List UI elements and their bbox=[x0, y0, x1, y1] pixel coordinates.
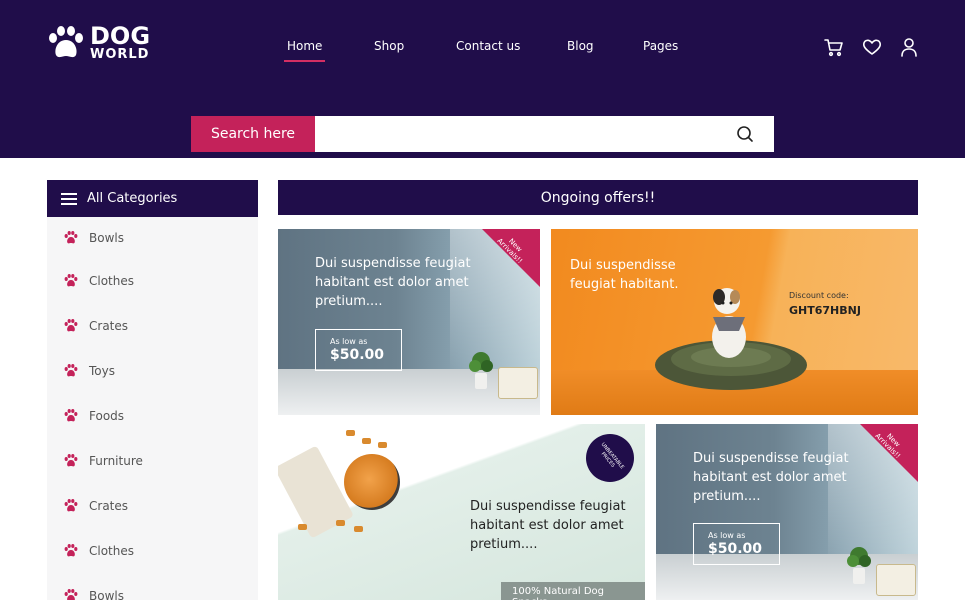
sidebar-item-label: Clothes bbox=[89, 273, 134, 288]
menu-icon bbox=[61, 192, 77, 205]
paw-icon bbox=[64, 544, 78, 557]
price-value: $50.00 bbox=[708, 541, 763, 557]
price-value: $50.00 bbox=[330, 347, 385, 363]
search-bar: Search here bbox=[191, 116, 774, 152]
paw-icon bbox=[64, 319, 78, 332]
paw-icon bbox=[64, 499, 78, 512]
unbeatable-prices-badge: UNBEATABLE PRICES bbox=[586, 434, 634, 482]
price-box: As low as $50.00 bbox=[693, 523, 780, 565]
offer-card-text: Dui suspendisse feugiat habitant est dol… bbox=[693, 451, 849, 504]
offer-card-text: Dui suspendisse feugiat habitant est dol… bbox=[470, 499, 626, 552]
main-nav: Home Shop Contact us Blog Pages bbox=[0, 39, 965, 62]
plant-image bbox=[844, 544, 874, 593]
sidebar-item-bowls[interactable]: Bowls bbox=[47, 217, 258, 258]
paw-icon bbox=[64, 274, 78, 287]
offer-card-1[interactable]: New Arrivals!! Dui suspendisse feugiat h… bbox=[278, 229, 540, 415]
paw-icon bbox=[64, 454, 78, 467]
price-label: As low as bbox=[330, 337, 368, 346]
sidebar-item-label: Clothes bbox=[89, 543, 134, 558]
nav-pages[interactable]: Pages bbox=[643, 39, 678, 53]
badge-label: UNBEATABLE PRICES bbox=[599, 441, 626, 471]
search-button[interactable]: Search here bbox=[191, 116, 315, 152]
price-box: As low as $50.00 bbox=[315, 329, 402, 371]
sidebar-item-foods[interactable]: Foods bbox=[47, 393, 258, 438]
paw-icon bbox=[64, 231, 78, 244]
sidebar-item-crates[interactable]: Crates bbox=[47, 303, 258, 348]
category-list: Bowls Clothes Crates Toys Foods Furniture Crat… bbox=[47, 217, 258, 600]
offer-card-4[interactable]: New Arrivals!! Dui suspendisse feugiat h… bbox=[656, 424, 918, 600]
cart-icon[interactable] bbox=[823, 36, 845, 58]
paw-icon bbox=[64, 589, 78, 600]
sidebar-item-clothes[interactable]: Clothes bbox=[47, 528, 258, 573]
nav-contact-us[interactable]: Contact us bbox=[456, 39, 520, 53]
sidebar-item-label: Crates bbox=[89, 318, 129, 333]
snack-bowl-image bbox=[344, 454, 400, 510]
sidebar-item-bowls[interactable]: Bowls bbox=[47, 573, 258, 600]
offer-card-text: Dui suspendisse feugiat habitant est dol… bbox=[315, 256, 471, 309]
nav-shop[interactable]: Shop bbox=[374, 39, 404, 53]
sidebar-item-label: Bowls bbox=[89, 588, 124, 600]
sidebar-item-crates[interactable]: Crates bbox=[47, 483, 258, 528]
search-input[interactable] bbox=[315, 116, 735, 152]
nav-home[interactable]: Home bbox=[283, 39, 326, 62]
discount-label: Discount code: bbox=[789, 291, 849, 300]
heart-icon[interactable] bbox=[861, 36, 883, 58]
dog-bed-image bbox=[651, 279, 811, 398]
discount-code: GHT67HBNJ bbox=[789, 304, 861, 317]
sidebar-item-label: Toys bbox=[89, 363, 115, 378]
paw-icon bbox=[64, 364, 78, 377]
cabinet-image bbox=[498, 367, 538, 399]
category-sidebar: All Categories Bowls Clothes Crates Toys Foo… bbox=[47, 180, 258, 600]
sidebar-item-furniture[interactable]: Furniture bbox=[47, 438, 258, 483]
price-label: As low as bbox=[708, 531, 746, 540]
sidebar-title: All Categories bbox=[87, 191, 178, 206]
sidebar-item-toys[interactable]: Toys bbox=[47, 348, 258, 393]
cabinet-image bbox=[876, 564, 916, 596]
sidebar-item-label: Crates bbox=[89, 498, 129, 513]
sidebar-item-label: Foods bbox=[89, 408, 125, 423]
search-icon[interactable] bbox=[736, 125, 754, 143]
sidebar-item-label: Furniture bbox=[89, 453, 143, 468]
offers-header: Ongoing offers!! bbox=[278, 180, 918, 215]
nav-blog[interactable]: Blog bbox=[567, 39, 594, 53]
all-categories-header[interactable]: All Categories bbox=[47, 180, 258, 217]
offers-title: Ongoing offers!! bbox=[540, 189, 656, 206]
offer-card-2[interactable]: Dui suspendisse feugiat habitant. Discou… bbox=[551, 229, 918, 415]
sidebar-item-clothes[interactable]: Clothes bbox=[47, 258, 258, 303]
offer-card-3[interactable]: UNBEATABLE PRICES Dui suspendisse feugia… bbox=[278, 424, 645, 600]
site-header: DOG WORLD Home Shop Contact us Blog Page… bbox=[0, 0, 965, 158]
sidebar-item-label: Bowls bbox=[89, 230, 124, 245]
plant-image bbox=[466, 349, 496, 398]
natural-snacks-tag: 100% Natural Dog Snacks bbox=[501, 582, 645, 600]
user-icon[interactable] bbox=[898, 36, 920, 58]
paw-icon bbox=[64, 409, 78, 422]
